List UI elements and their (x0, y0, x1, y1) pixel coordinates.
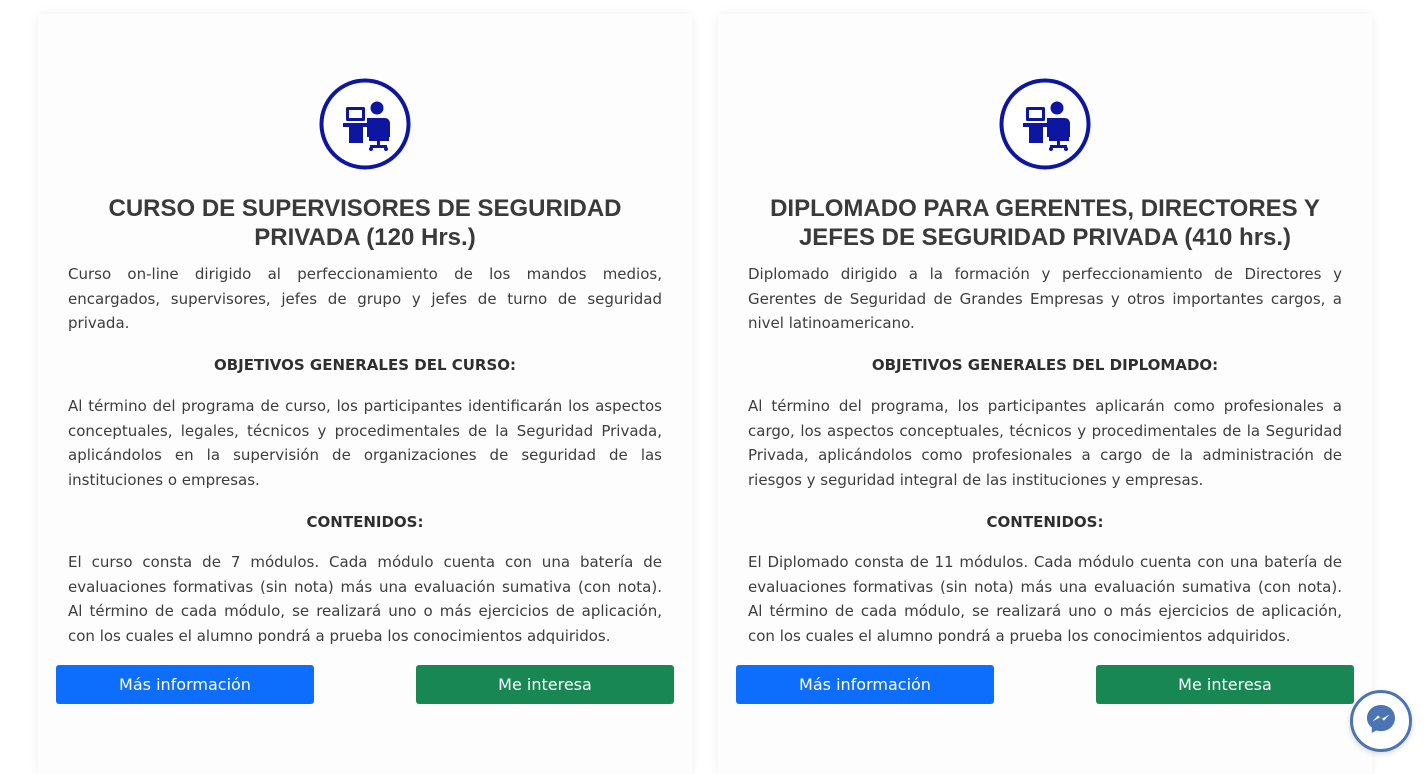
contents-heading: CONTENIDOS: (306, 513, 424, 531)
security-operator-desk-icon (319, 78, 411, 170)
objectives-heading: OBJETIVOS GENERALES DEL CURSO: (213, 356, 517, 374)
objectives-heading: OBJETIVOS GENERALES DEL DIPLOMADO: (871, 356, 1219, 374)
contents-heading: CONTENIDOS: (986, 513, 1104, 531)
more-info-button[interactable]: Más información (56, 665, 314, 704)
more-info-button[interactable]: Más información (736, 665, 994, 704)
interested-button[interactable]: Me interesa (1096, 665, 1354, 704)
course-title: DIPLOMADO PARA GERENTES, DIRECTORES Y JE… (770, 195, 1320, 251)
objectives-text: Al término del programa, los participant… (748, 397, 1342, 490)
interested-button[interactable]: Me interesa (416, 665, 674, 704)
course-title: CURSO DE SUPERVISORES DE SEGURIDAD PRIVA… (108, 195, 622, 251)
contents-text: El curso consta de 7 módulos. Cada módul… (68, 553, 662, 646)
messenger-chat-button[interactable] (1350, 690, 1412, 752)
contents-text: El Diplomado consta de 11 módulos. Cada … (748, 553, 1342, 646)
objectives-text: Al término del programa de curso, los pa… (68, 397, 662, 490)
course-description: Curso on-line dirigido al perfeccionamie… (68, 265, 662, 333)
course-card-diplomado: DIPLOMADO PARA GERENTES, DIRECTORES Y JE… (718, 14, 1372, 774)
course-card-supervisores: CURSO DE SUPERVISORES DE SEGURIDAD PRIVA… (38, 14, 692, 774)
messenger-icon (1364, 702, 1398, 740)
course-description: Diplomado dirigido a la formación y perf… (748, 265, 1342, 333)
security-operator-desk-icon (999, 78, 1091, 170)
